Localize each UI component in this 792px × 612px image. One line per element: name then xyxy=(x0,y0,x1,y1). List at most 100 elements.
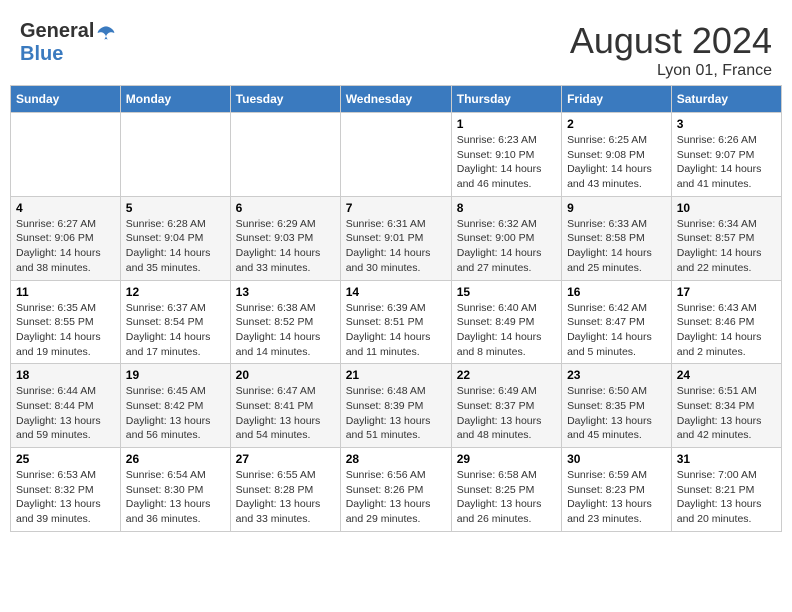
day-number: 22 xyxy=(457,368,556,382)
weekday-header-monday: Monday xyxy=(120,86,230,113)
day-number: 8 xyxy=(457,201,556,215)
day-info: Sunrise: 6:28 AM Sunset: 9:04 PM Dayligh… xyxy=(126,217,225,276)
day-info: Sunrise: 6:32 AM Sunset: 9:00 PM Dayligh… xyxy=(457,217,556,276)
day-info: Sunrise: 6:43 AM Sunset: 8:46 PM Dayligh… xyxy=(677,301,776,360)
day-cell xyxy=(11,113,121,197)
day-info: Sunrise: 6:44 AM Sunset: 8:44 PM Dayligh… xyxy=(16,384,115,443)
day-info: Sunrise: 6:31 AM Sunset: 9:01 PM Dayligh… xyxy=(346,217,446,276)
day-number: 12 xyxy=(126,285,225,299)
day-number: 6 xyxy=(236,201,335,215)
day-info: Sunrise: 6:58 AM Sunset: 8:25 PM Dayligh… xyxy=(457,468,556,527)
day-cell: 15 Sunrise: 6:40 AM Sunset: 8:49 PM Dayli… xyxy=(451,280,561,364)
day-info: Sunrise: 6:38 AM Sunset: 8:52 PM Dayligh… xyxy=(236,301,335,360)
day-cell: 12 Sunrise: 6:37 AM Sunset: 8:54 PM Dayli… xyxy=(120,280,230,364)
day-info: Sunrise: 6:29 AM Sunset: 9:03 PM Dayligh… xyxy=(236,217,335,276)
day-number: 1 xyxy=(457,117,556,131)
day-cell: 25 Sunrise: 6:53 AM Sunset: 8:32 PM Dayli… xyxy=(11,448,121,532)
day-info: Sunrise: 6:49 AM Sunset: 8:37 PM Dayligh… xyxy=(457,384,556,443)
day-cell xyxy=(230,113,340,197)
day-number: 14 xyxy=(346,285,446,299)
weekday-header-saturday: Saturday xyxy=(671,86,781,113)
day-cell: 20 Sunrise: 6:47 AM Sunset: 8:41 PM Dayli… xyxy=(230,364,340,448)
day-info: Sunrise: 6:54 AM Sunset: 8:30 PM Dayligh… xyxy=(126,468,225,527)
day-info: Sunrise: 6:53 AM Sunset: 8:32 PM Dayligh… xyxy=(16,468,115,527)
day-info: Sunrise: 6:47 AM Sunset: 8:41 PM Dayligh… xyxy=(236,384,335,443)
day-info: Sunrise: 6:25 AM Sunset: 9:08 PM Dayligh… xyxy=(567,133,666,192)
day-info: Sunrise: 6:33 AM Sunset: 8:58 PM Dayligh… xyxy=(567,217,666,276)
weekday-header-wednesday: Wednesday xyxy=(340,86,451,113)
day-cell xyxy=(120,113,230,197)
day-cell: 14 Sunrise: 6:39 AM Sunset: 8:51 PM Dayli… xyxy=(340,280,451,364)
day-number: 23 xyxy=(567,368,666,382)
day-cell: 18 Sunrise: 6:44 AM Sunset: 8:44 PM Dayli… xyxy=(11,364,121,448)
month-year: August 2024 xyxy=(570,20,772,62)
day-number: 28 xyxy=(346,452,446,466)
day-number: 31 xyxy=(677,452,776,466)
day-cell: 27Sunrise: 6:55 AM Sunset: 8:28 PM Dayli… xyxy=(230,448,340,532)
day-number: 10 xyxy=(677,201,776,215)
weekday-header-tuesday: Tuesday xyxy=(230,86,340,113)
day-cell: 10Sunrise: 6:34 AM Sunset: 8:57 PM Dayli… xyxy=(671,196,781,280)
location: Lyon 01, France xyxy=(570,62,772,80)
day-number: 15 xyxy=(457,285,556,299)
day-number: 17 xyxy=(677,285,776,299)
day-info: Sunrise: 6:59 AM Sunset: 8:23 PM Dayligh… xyxy=(567,468,666,527)
day-info: Sunrise: 6:48 AM Sunset: 8:39 PM Dayligh… xyxy=(346,384,446,443)
day-number: 2 xyxy=(567,117,666,131)
day-cell: 6 Sunrise: 6:29 AM Sunset: 9:03 PM Daylig… xyxy=(230,196,340,280)
day-cell: 8 Sunrise: 6:32 AM Sunset: 9:00 PM Daylig… xyxy=(451,196,561,280)
day-number: 4 xyxy=(16,201,115,215)
day-cell: 29 Sunrise: 6:58 AM Sunset: 8:25 PM Dayli… xyxy=(451,448,561,532)
day-number: 5 xyxy=(126,201,225,215)
day-number: 25 xyxy=(16,452,115,466)
day-cell: 11Sunrise: 6:35 AM Sunset: 8:55 PM Dayli… xyxy=(11,280,121,364)
day-info: Sunrise: 6:45 AM Sunset: 8:42 PM Dayligh… xyxy=(126,384,225,443)
weekday-header-sunday: Sunday xyxy=(11,86,121,113)
logo: General Blue xyxy=(20,20,116,66)
week-row-3: 11Sunrise: 6:35 AM Sunset: 8:55 PM Dayli… xyxy=(11,280,782,364)
day-info: Sunrise: 6:39 AM Sunset: 8:51 PM Dayligh… xyxy=(346,301,446,360)
day-number: 19 xyxy=(126,368,225,382)
day-number: 13 xyxy=(236,285,335,299)
day-number: 18 xyxy=(16,368,115,382)
day-cell: 23 Sunrise: 6:50 AM Sunset: 8:35 PM Dayli… xyxy=(562,364,672,448)
day-cell: 9Sunrise: 6:33 AM Sunset: 8:58 PM Daylig… xyxy=(562,196,672,280)
day-info: Sunrise: 6:40 AM Sunset: 8:49 PM Dayligh… xyxy=(457,301,556,360)
logo-general-text: General xyxy=(20,20,94,43)
page-header: General Blue August 2024 Lyon 01, France xyxy=(10,10,782,85)
week-row-5: 25 Sunrise: 6:53 AM Sunset: 8:32 PM Dayli… xyxy=(11,448,782,532)
day-cell: 13 Sunrise: 6:38 AM Sunset: 8:52 PM Dayli… xyxy=(230,280,340,364)
weekday-header-row: SundayMondayTuesdayWednesdayThursdayFrid… xyxy=(11,86,782,113)
day-number: 26 xyxy=(126,452,225,466)
day-info: Sunrise: 6:26 AM Sunset: 9:07 PM Dayligh… xyxy=(677,133,776,192)
day-info: Sunrise: 6:37 AM Sunset: 8:54 PM Dayligh… xyxy=(126,301,225,360)
day-info: Sunrise: 6:42 AM Sunset: 8:47 PM Dayligh… xyxy=(567,301,666,360)
day-info: Sunrise: 6:50 AM Sunset: 8:35 PM Dayligh… xyxy=(567,384,666,443)
day-cell: 1 Sunrise: 6:23 AM Sunset: 9:10 PM Daylig… xyxy=(451,113,561,197)
day-info: Sunrise: 7:00 AM Sunset: 8:21 PM Dayligh… xyxy=(677,468,776,527)
logo-bird-icon xyxy=(96,23,116,43)
day-info: Sunrise: 6:27 AM Sunset: 9:06 PM Dayligh… xyxy=(16,217,115,276)
weekday-header-friday: Friday xyxy=(562,86,672,113)
day-info: Sunrise: 6:56 AM Sunset: 8:26 PM Dayligh… xyxy=(346,468,446,527)
calendar-table: SundayMondayTuesdayWednesdayThursdayFrid… xyxy=(10,85,782,532)
week-row-1: 1 Sunrise: 6:23 AM Sunset: 9:10 PM Daylig… xyxy=(11,113,782,197)
day-cell: 21Sunrise: 6:48 AM Sunset: 8:39 PM Dayli… xyxy=(340,364,451,448)
logo-blue-text: Blue xyxy=(20,43,63,66)
week-row-4: 18 Sunrise: 6:44 AM Sunset: 8:44 PM Dayli… xyxy=(11,364,782,448)
day-number: 20 xyxy=(236,368,335,382)
day-cell: 5 Sunrise: 6:28 AM Sunset: 9:04 PM Daylig… xyxy=(120,196,230,280)
day-cell: 3 Sunrise: 6:26 AM Sunset: 9:07 PM Daylig… xyxy=(671,113,781,197)
day-cell: 30Sunrise: 6:59 AM Sunset: 8:23 PM Dayli… xyxy=(562,448,672,532)
week-row-2: 4 Sunrise: 6:27 AM Sunset: 9:06 PM Daylig… xyxy=(11,196,782,280)
day-number: 3 xyxy=(677,117,776,131)
day-info: Sunrise: 6:23 AM Sunset: 9:10 PM Dayligh… xyxy=(457,133,556,192)
weekday-header-thursday: Thursday xyxy=(451,86,561,113)
day-number: 11 xyxy=(16,285,115,299)
day-cell: 22 Sunrise: 6:49 AM Sunset: 8:37 PM Dayli… xyxy=(451,364,561,448)
day-cell: 17 Sunrise: 6:43 AM Sunset: 8:46 PM Dayli… xyxy=(671,280,781,364)
day-number: 29 xyxy=(457,452,556,466)
day-cell: 2 Sunrise: 6:25 AM Sunset: 9:08 PM Daylig… xyxy=(562,113,672,197)
day-number: 27 xyxy=(236,452,335,466)
day-cell: 4 Sunrise: 6:27 AM Sunset: 9:06 PM Daylig… xyxy=(11,196,121,280)
